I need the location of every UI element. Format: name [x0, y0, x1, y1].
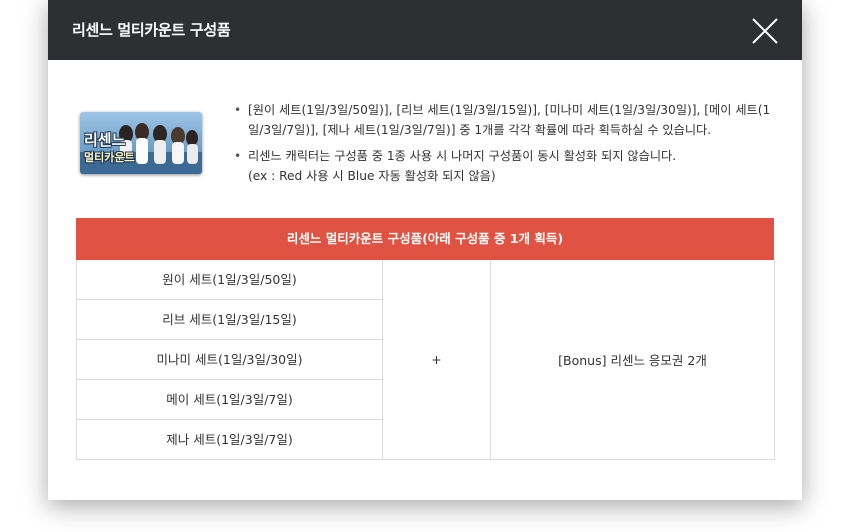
bonus-column: [Bonus] 리센느 응모권 2개: [491, 260, 774, 459]
package-thumbnail: 리센느 멀티카운트: [80, 112, 202, 174]
description-list: [원이 세트(1일/3일/50일)], [리브 세트(1일/3일/15일)], …: [234, 100, 774, 192]
table-row: 원이 세트(1일/3일/50일): [77, 260, 382, 300]
table-row: 미나미 세트(1일/3일/30일): [77, 340, 382, 380]
bonus-item: [Bonus] 리센느 응모권 2개: [558, 353, 707, 368]
plus-column: +: [383, 260, 491, 459]
table-row: 제나 세트(1일/3일/7일): [166, 432, 293, 447]
contents-table: 원이 세트(1일/3일/50일) 리브 세트(1일/3일/15일) 미나미 세트…: [76, 260, 775, 460]
modal-header: 리센느 멀티카운트 구성품: [48, 0, 802, 60]
description-item: [원이 세트(1일/3일/50일)], [리브 세트(1일/3일/15일)], …: [234, 100, 774, 140]
description-item: 리센느 캐릭터는 구성품 중 1종 사용 시 나머지 구성품이 동시 활성화 되…: [234, 146, 774, 186]
package-contents-modal: 리센느 멀티카운트 구성품 리센느 멀티카운트 • [원이 세트(1일/3일/5…: [48, 0, 802, 500]
description-text: [원이 세트(1일/3일/50일)], [리브 세트(1일/3일/15일)], …: [248, 103, 771, 137]
description-note: (ex : Red 사용 시 Blue 자동 활성화 되지 않음): [248, 169, 496, 183]
table-row: 리브 세트(1일/3일/15일): [77, 300, 382, 340]
item-list-column: 원이 세트(1일/3일/50일) 리브 세트(1일/3일/15일) 미나미 세트…: [77, 260, 383, 459]
thumbnail-label-line2: 멀티카운트: [84, 151, 135, 164]
thumbnail-label: 리센느 멀티카운트: [84, 132, 135, 166]
plus-sign: +: [431, 352, 442, 367]
close-icon: [752, 18, 778, 44]
close-button[interactable]: [752, 18, 778, 44]
table-row: 메이 세트(1일/3일/7일): [77, 380, 382, 420]
contents-table-header: 리센느 멀티카운트 구성품(아래 구성품 중 1개 획득): [76, 218, 774, 260]
thumbnail-label-line1: 리센느: [84, 131, 126, 149]
modal-title: 리센느 멀티카운트 구성품: [72, 21, 231, 39]
description-text: 리센느 캐릭터는 구성품 중 1종 사용 시 나머지 구성품이 동시 활성화 되…: [248, 149, 677, 163]
